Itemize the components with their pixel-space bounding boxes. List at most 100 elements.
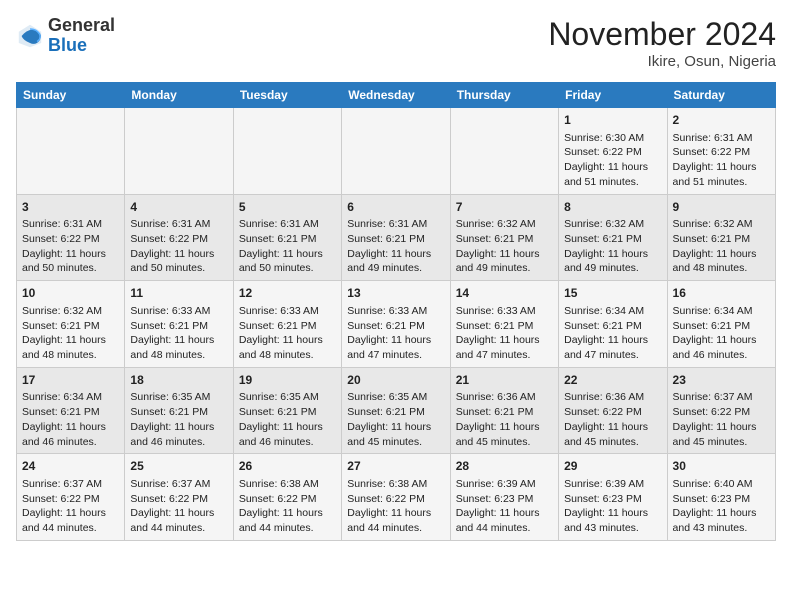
- week-row-3: 10 Sunrise: 6:32 AM Sunset: 6:21 PM Dayli…: [17, 281, 776, 368]
- day-info: Sunrise: 6:35 AM Sunset: 6:21 PM Dayligh…: [239, 390, 336, 449]
- day-number: 10: [22, 285, 119, 302]
- logo-icon: [16, 22, 44, 50]
- day-cell: 28 Sunrise: 6:39 AM Sunset: 6:23 PM Dayli…: [450, 454, 558, 541]
- day-info: Sunrise: 6:34 AM Sunset: 6:21 PM Dayligh…: [673, 304, 770, 363]
- day-info: Sunrise: 6:37 AM Sunset: 6:22 PM Dayligh…: [22, 477, 119, 536]
- day-number: 7: [456, 199, 553, 216]
- day-info: Sunrise: 6:31 AM Sunset: 6:22 PM Dayligh…: [673, 131, 770, 190]
- calendar-table: SundayMondayTuesdayWednesdayThursdayFrid…: [16, 82, 776, 541]
- day-cell: 9Sunrise: 6:32 AM Sunset: 6:21 PM Daylig…: [667, 194, 775, 281]
- day-cell: 14Sunrise: 6:33 AM Sunset: 6:21 PM Dayli…: [450, 281, 558, 368]
- day-info: Sunrise: 6:31 AM Sunset: 6:22 PM Dayligh…: [130, 217, 227, 276]
- day-info: Sunrise: 6:39 AM Sunset: 6:23 PM Dayligh…: [564, 477, 661, 536]
- day-cell: 17Sunrise: 6:34 AM Sunset: 6:21 PM Dayli…: [17, 367, 125, 454]
- day-info: Sunrise: 6:32 AM Sunset: 6:21 PM Dayligh…: [673, 217, 770, 276]
- day-number: 30: [673, 458, 770, 475]
- week-row-2: 3Sunrise: 6:31 AM Sunset: 6:22 PM Daylig…: [17, 194, 776, 281]
- week-row-4: 17Sunrise: 6:34 AM Sunset: 6:21 PM Dayli…: [17, 367, 776, 454]
- day-cell: 7Sunrise: 6:32 AM Sunset: 6:21 PM Daylig…: [450, 194, 558, 281]
- day-info: Sunrise: 6:38 AM Sunset: 6:22 PM Dayligh…: [347, 477, 444, 536]
- month-title: November 2024: [548, 16, 776, 53]
- day-info: Sunrise: 6:36 AM Sunset: 6:21 PM Dayligh…: [456, 390, 553, 449]
- day-cell: 5Sunrise: 6:31 AM Sunset: 6:21 PM Daylig…: [233, 194, 341, 281]
- day-info: Sunrise: 6:39 AM Sunset: 6:23 PM Dayligh…: [456, 477, 553, 536]
- day-cell: [125, 108, 233, 195]
- day-info: Sunrise: 6:38 AM Sunset: 6:22 PM Dayligh…: [239, 477, 336, 536]
- weekday-header-thursday: Thursday: [450, 83, 558, 108]
- day-info: Sunrise: 6:33 AM Sunset: 6:21 PM Dayligh…: [456, 304, 553, 363]
- day-cell: 6Sunrise: 6:31 AM Sunset: 6:21 PM Daylig…: [342, 194, 450, 281]
- day-number: 9: [673, 199, 770, 216]
- day-info: Sunrise: 6:30 AM Sunset: 6:22 PM Dayligh…: [564, 131, 661, 190]
- logo-text: General Blue: [48, 16, 115, 56]
- day-cell: 25Sunrise: 6:37 AM Sunset: 6:22 PM Dayli…: [125, 454, 233, 541]
- day-number: 27: [347, 458, 444, 475]
- day-cell: 21Sunrise: 6:36 AM Sunset: 6:21 PM Dayli…: [450, 367, 558, 454]
- week-row-5: 24Sunrise: 6:37 AM Sunset: 6:22 PM Dayli…: [17, 454, 776, 541]
- day-number: 21: [456, 372, 553, 389]
- day-cell: 16 Sunrise: 6:34 AM Sunset: 6:21 PM Dayli…: [667, 281, 775, 368]
- day-number: 6: [347, 199, 444, 216]
- day-number: 11: [130, 285, 227, 302]
- day-info: Sunrise: 6:32 AM Sunset: 6:21 PM Dayligh…: [22, 304, 119, 363]
- day-number: 23: [673, 372, 770, 389]
- day-cell: 12Sunrise: 6:33 AM Sunset: 6:21 PM Dayli…: [233, 281, 341, 368]
- day-info: Sunrise: 6:37 AM Sunset: 6:22 PM Dayligh…: [673, 390, 770, 449]
- day-cell: 1Sunrise: 6:30 AM Sunset: 6:22 PM Daylig…: [559, 108, 667, 195]
- day-number: 20: [347, 372, 444, 389]
- day-info: Sunrise: 6:31 AM Sunset: 6:21 PM Dayligh…: [347, 217, 444, 276]
- day-number: 12: [239, 285, 336, 302]
- day-cell: 26 Sunrise: 6:38 AM Sunset: 6:22 PM Dayli…: [233, 454, 341, 541]
- weekday-header-tuesday: Tuesday: [233, 83, 341, 108]
- calendar-body: 1Sunrise: 6:30 AM Sunset: 6:22 PM Daylig…: [17, 108, 776, 541]
- day-info: Sunrise: 6:33 AM Sunset: 6:21 PM Dayligh…: [130, 304, 227, 363]
- day-number: 13: [347, 285, 444, 302]
- day-number: 19: [239, 372, 336, 389]
- day-info: Sunrise: 6:32 AM Sunset: 6:21 PM Dayligh…: [564, 217, 661, 276]
- day-info: Sunrise: 6:34 AM Sunset: 6:21 PM Dayligh…: [22, 390, 119, 449]
- day-cell: 22Sunrise: 6:36 AM Sunset: 6:22 PM Dayli…: [559, 367, 667, 454]
- day-info: Sunrise: 6:34 AM Sunset: 6:21 PM Dayligh…: [564, 304, 661, 363]
- day-cell: 18Sunrise: 6:35 AM Sunset: 6:21 PM Dayli…: [125, 367, 233, 454]
- day-cell: [233, 108, 341, 195]
- day-info: Sunrise: 6:36 AM Sunset: 6:22 PM Dayligh…: [564, 390, 661, 449]
- title-block: November 2024 Ikire, Osun, Nigeria: [548, 16, 776, 70]
- day-number: 16: [673, 285, 770, 302]
- day-cell: 15 Sunrise: 6:34 AM Sunset: 6:21 PM Dayli…: [559, 281, 667, 368]
- day-info: Sunrise: 6:40 AM Sunset: 6:23 PM Dayligh…: [673, 477, 770, 536]
- day-info: Sunrise: 6:35 AM Sunset: 6:21 PM Dayligh…: [347, 390, 444, 449]
- weekday-header-wednesday: Wednesday: [342, 83, 450, 108]
- day-info: Sunrise: 6:32 AM Sunset: 6:21 PM Dayligh…: [456, 217, 553, 276]
- day-cell: [17, 108, 125, 195]
- day-info: Sunrise: 6:31 AM Sunset: 6:22 PM Dayligh…: [22, 217, 119, 276]
- week-row-1: 1Sunrise: 6:30 AM Sunset: 6:22 PM Daylig…: [17, 108, 776, 195]
- day-number: 15: [564, 285, 661, 302]
- day-cell: 4Sunrise: 6:31 AM Sunset: 6:22 PM Daylig…: [125, 194, 233, 281]
- location: Ikire, Osun, Nigeria: [548, 53, 776, 70]
- day-number: 2: [673, 112, 770, 129]
- day-cell: 2 Sunrise: 6:31 AM Sunset: 6:22 PM Daylig…: [667, 108, 775, 195]
- day-number: 8: [564, 199, 661, 216]
- weekday-header-monday: Monday: [125, 83, 233, 108]
- day-cell: 30 Sunrise: 6:40 AM Sunset: 6:23 PM Dayli…: [667, 454, 775, 541]
- weekday-header-saturday: Saturday: [667, 83, 775, 108]
- day-cell: 10 Sunrise: 6:32 AM Sunset: 6:21 PM Dayli…: [17, 281, 125, 368]
- day-number: 25: [130, 458, 227, 475]
- logo: General Blue: [16, 16, 115, 56]
- page-header: General Blue November 2024 Ikire, Osun, …: [16, 16, 776, 70]
- day-cell: 11 Sunrise: 6:33 AM Sunset: 6:21 PM Dayli…: [125, 281, 233, 368]
- day-number: 4: [130, 199, 227, 216]
- weekday-header-sunday: Sunday: [17, 83, 125, 108]
- day-number: 5: [239, 199, 336, 216]
- day-number: 18: [130, 372, 227, 389]
- day-cell: [450, 108, 558, 195]
- day-cell: 23Sunrise: 6:37 AM Sunset: 6:22 PM Dayli…: [667, 367, 775, 454]
- day-number: 28: [456, 458, 553, 475]
- day-cell: 27 Sunrise: 6:38 AM Sunset: 6:22 PM Dayli…: [342, 454, 450, 541]
- weekday-header-row: SundayMondayTuesdayWednesdayThursdayFrid…: [17, 83, 776, 108]
- day-number: 22: [564, 372, 661, 389]
- day-info: Sunrise: 6:35 AM Sunset: 6:21 PM Dayligh…: [130, 390, 227, 449]
- day-number: 17: [22, 372, 119, 389]
- day-cell: 13Sunrise: 6:33 AM Sunset: 6:21 PM Dayli…: [342, 281, 450, 368]
- day-number: 26: [239, 458, 336, 475]
